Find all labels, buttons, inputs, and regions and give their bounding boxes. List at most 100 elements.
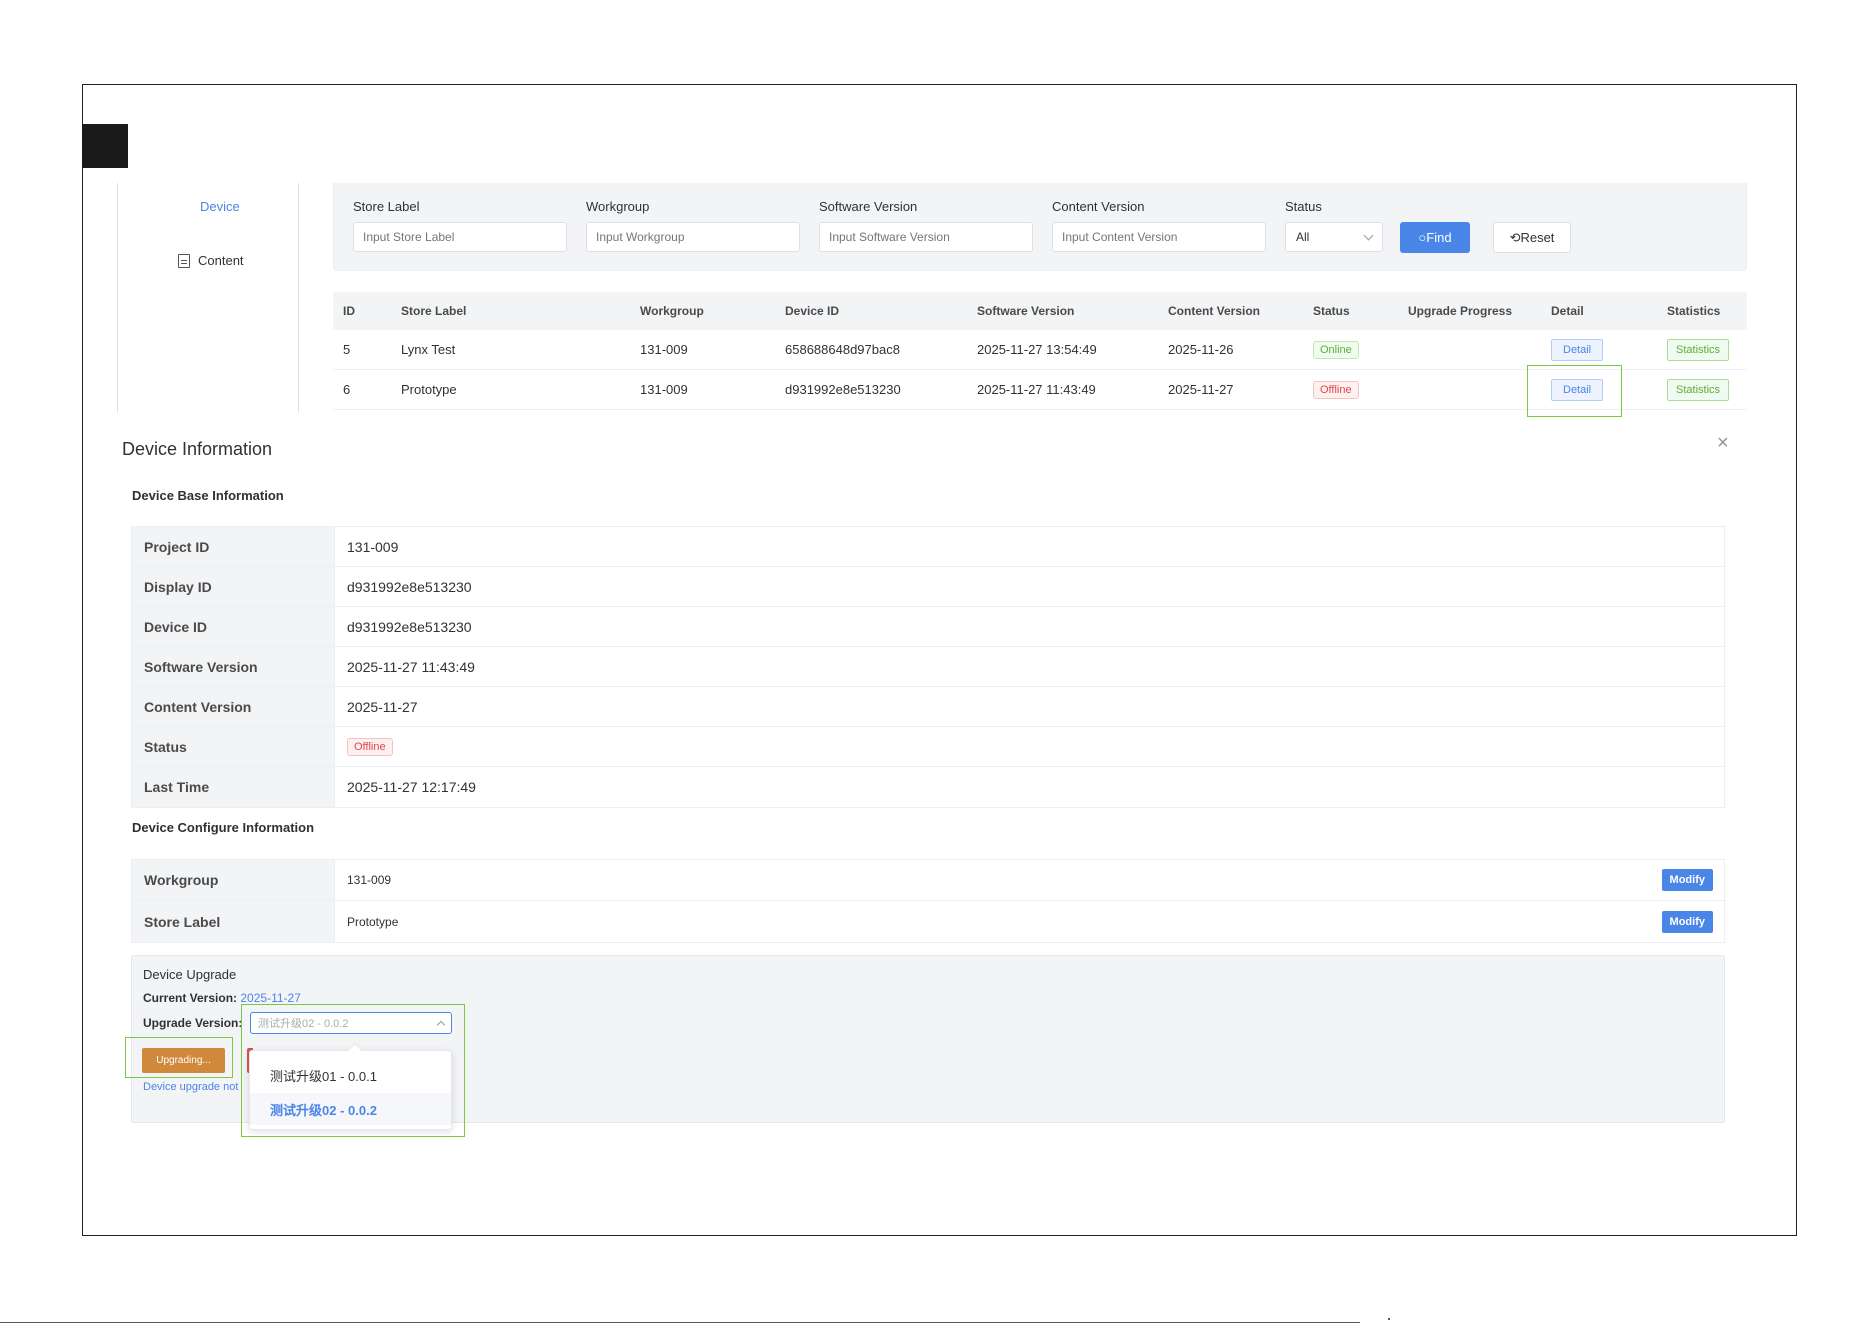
info-row: Display ID d931992e8e513230 [132,567,1724,607]
info-key: Content Version [132,687,335,726]
cell-device-id: d931992e8e513230 [785,382,901,397]
divider [1388,1318,1390,1320]
close-icon[interactable]: × [1717,432,1729,455]
filter-label: Workgroup [586,199,650,214]
filter-workgroup: Workgroup [586,199,800,252]
info-key: Last Time [132,767,335,807]
cell-store-label: Lynx Test [401,342,456,357]
filter-label: Software Version [819,199,918,214]
info-row: Software Version 2025-11-27 11:43:49 [132,647,1724,687]
column-header: Content Version [1168,304,1261,318]
info-key: Software Version [132,647,335,686]
sidebar-item-content[interactable]: Content [178,253,244,268]
cell-workgroup: 131-009 [640,342,688,357]
config-key: Workgroup [132,860,335,900]
config-value-cell: 131-009 Modify [335,860,1724,900]
cell-store-label: Prototype [401,382,457,397]
cell-id: 6 [343,382,351,397]
info-key: Device ID [132,607,335,646]
current-version-label: Current Version: [143,991,238,1005]
software-version-input[interactable] [819,222,1033,252]
table-row: 5 Lynx Test 131-009 658688648d97bac8 202… [333,330,1747,370]
info-value: 131-009 [347,538,399,555]
filter-content-version: Content Version [1052,199,1266,252]
status-badge: Offline [1313,380,1359,399]
current-version-line: Current Version: 2025-11-27 [143,991,301,1005]
current-version-value: 2025-11-27 [240,991,301,1005]
filter-label: Status [1285,199,1322,214]
cell-content-version: 2025-11-27 [1168,382,1234,397]
highlight-box [241,1004,465,1137]
status-badge: Offline [347,737,393,756]
cell-workgroup: 131-009 [640,382,688,397]
workgroup-input[interactable] [586,222,800,252]
info-value: Offline [335,727,1724,766]
config-value: Prototype [347,914,399,929]
config-value-cell: Prototype Modify [335,901,1724,942]
upgrade-title: Device Upgrade [143,967,237,982]
info-value: 2025-11-27 11:43:49 [347,658,475,675]
content-version-input[interactable] [1052,222,1266,252]
column-header: Device ID [785,304,840,318]
statistics-button[interactable]: Statistics [1667,378,1730,401]
filter-bar: Store Label Workgroup Software Version C… [333,183,1747,271]
highlight-box [1527,365,1622,417]
table-header: ID Store Label Workgroup Device ID Softw… [333,292,1747,330]
info-value: d931992e8e513230 [347,578,472,595]
filter-store-label: Store Label [353,199,567,252]
logo-block [82,124,128,168]
column-header: Statistics [1667,304,1721,318]
filter-label: Store Label [353,199,420,214]
info-key: Status [132,727,335,766]
sidebar-item-label: Content [198,253,244,268]
filter-label: Content Version [1052,199,1145,214]
status-select[interactable]: All [1285,222,1383,252]
column-header: Upgrade Progress [1408,304,1513,318]
chevron-down-icon [1363,230,1374,240]
base-info-table: Project ID 131-009 Display ID d931992e8e… [131,526,1725,808]
info-key: Display ID [132,567,335,606]
column-header: Detail [1551,304,1584,318]
filter-status: Status All [1285,199,1383,252]
section-title: Device Base Information [132,488,284,503]
info-value: 2025-11-27 [347,698,418,715]
upgrade-note: Device upgrade not [143,1081,239,1093]
grid-icon [178,200,192,214]
reset-button[interactable]: ⟲Reset [1493,222,1571,253]
find-button[interactable]: ○Find [1400,222,1470,253]
info-value: d931992e8e513230 [347,618,472,635]
sidebar-item-device[interactable]: Device [178,199,240,214]
column-header: Store Label [401,304,467,318]
upgrade-version-label: Upgrade Version: [143,1016,243,1030]
sidebar-item-label: Device [200,199,240,214]
config-key: Store Label [132,901,335,942]
filter-software-version: Software Version [819,199,1033,252]
modify-store-label-button[interactable]: Modify [1661,910,1713,933]
cell-software-version: 2025-11-27 11:43:49 [977,382,1096,397]
modify-workgroup-button[interactable]: Modify [1661,869,1713,891]
info-value: 2025-11-27 12:17:49 [347,779,476,795]
config-row: Workgroup 131-009 Modify [132,860,1724,901]
cell-software-version: 2025-11-27 13:54:49 [977,342,1097,357]
cell-id: 5 [343,342,351,357]
config-value: 131-009 [347,873,392,887]
statistics-button[interactable]: Statistics [1667,338,1730,361]
info-row: Content Version 2025-11-27 [132,687,1724,727]
info-row: Project ID 131-009 [132,527,1724,567]
detail-button[interactable]: Detail [1551,338,1604,361]
cell-device-id: 658688648d97bac8 [785,342,900,357]
info-key: Project ID [132,527,335,566]
info-row: Status Offline [132,727,1724,767]
sidebar: Device Content [117,183,299,413]
status-select-value: All [1296,230,1310,244]
section-title: Device Configure Information [132,820,315,835]
column-header: Status [1313,304,1350,318]
store-label-input[interactable] [353,222,567,252]
document-icon [178,253,190,268]
config-info-table: Workgroup 131-009 Modify Store Label Pro… [131,859,1725,943]
cell-content-version: 2025-11-26 [1168,342,1234,357]
status-badge: Online [1313,340,1359,359]
highlight-box [125,1037,233,1078]
column-header: Software Version [977,304,1075,318]
dialog-title: Device Information [122,439,273,459]
